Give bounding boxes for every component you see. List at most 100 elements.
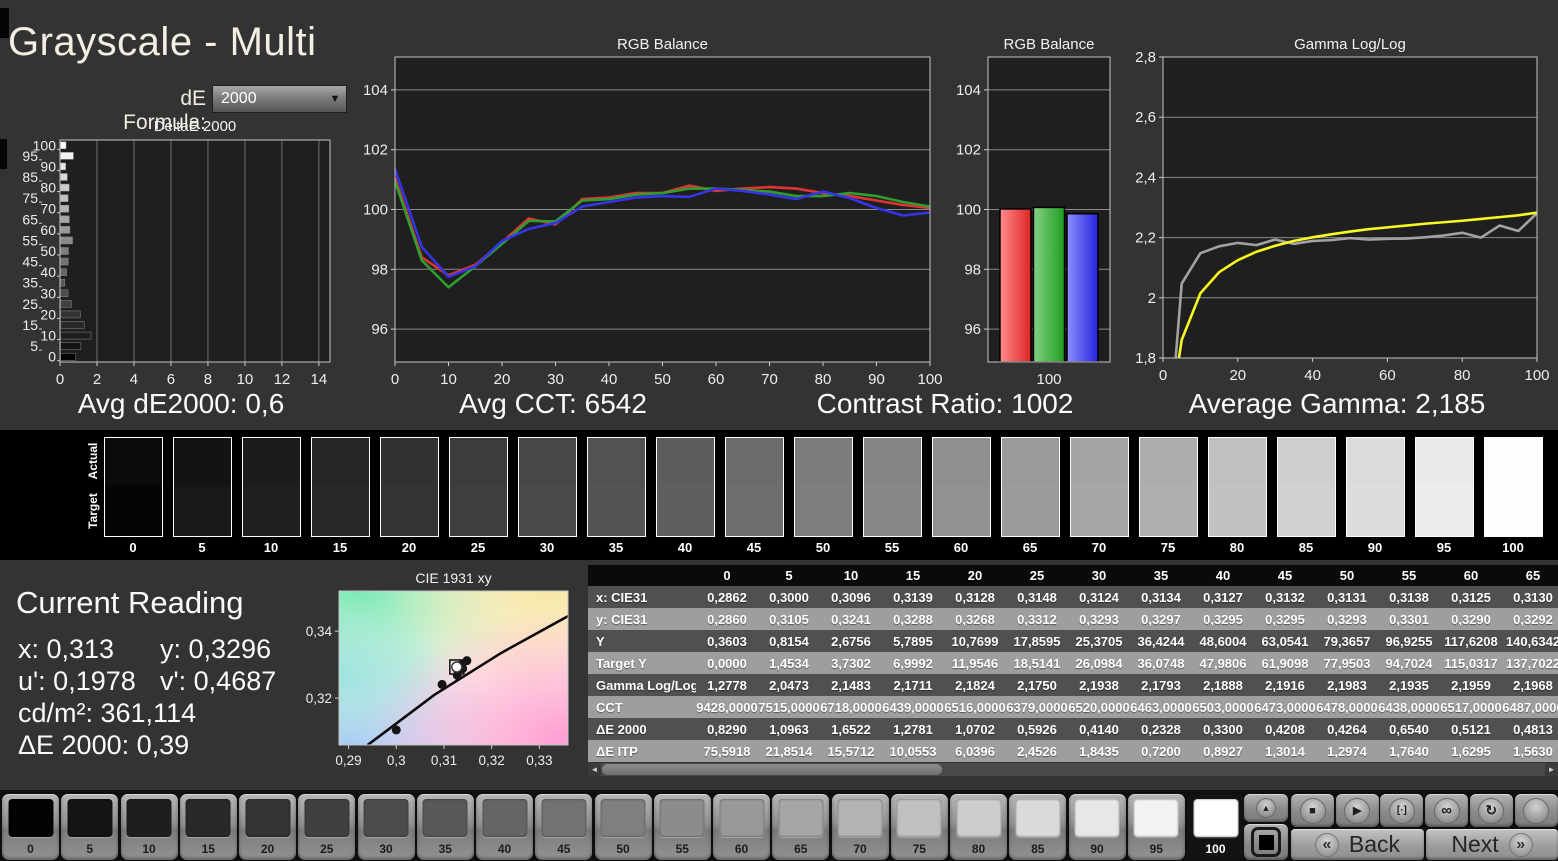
table-cell: 0,6540: [1389, 721, 1429, 737]
pattern-button-20[interactable]: 20: [239, 794, 296, 860]
pattern-chip: [67, 799, 113, 837]
pattern-button-15[interactable]: 15: [179, 794, 237, 860]
table-cell: 0,3295: [1265, 611, 1305, 627]
pattern-button-100[interactable]: 100: [1187, 794, 1244, 860]
pattern-button-70[interactable]: 70: [831, 794, 889, 860]
pattern-button-label: 90: [1090, 842, 1104, 856]
pattern-button-60[interactable]: 60: [713, 794, 770, 860]
pattern-button-75[interactable]: 75: [890, 794, 948, 860]
pattern-button-85[interactable]: 85: [1009, 794, 1067, 860]
table-cell: 21,8514: [765, 743, 813, 759]
svg-text:10: 10: [440, 371, 457, 386]
table-cell: 0,3288: [893, 611, 933, 627]
svg-text:100: 100: [1524, 367, 1549, 384]
pattern-button-35[interactable]: 35: [416, 794, 474, 860]
pattern-button-55[interactable]: 55: [653, 794, 711, 860]
pattern-window-button[interactable]: [1244, 824, 1288, 860]
table-row-label: y: CIE31: [596, 611, 648, 627]
pattern-button-label: 10: [142, 842, 156, 856]
pattern-button-label: 5: [86, 842, 94, 856]
table-cell: 6,9992: [893, 655, 933, 671]
reading-luminance: cd/m²: 361,114: [18, 698, 197, 728]
svg-text:14: 14: [311, 371, 328, 386]
chevron-left-icon: «: [1314, 832, 1339, 857]
pattern-button-10[interactable]: 10: [120, 794, 178, 860]
stop-button[interactable]: ■: [1291, 794, 1334, 827]
pattern-button-0[interactable]: 0: [2, 794, 59, 860]
table-cell: 0,3000: [769, 589, 809, 605]
pattern-chip: [245, 799, 290, 837]
swatch-actual-half: [242, 438, 300, 486]
table-cell: 6,0396: [955, 743, 995, 759]
table-cell: 0,3139: [893, 589, 933, 605]
grayscale-swatch: [103, 437, 163, 537]
table-header-cell: 45: [1277, 568, 1293, 583]
pattern-button-5[interactable]: 5: [61, 794, 119, 860]
next-button[interactable]: Next »: [1426, 829, 1558, 860]
svg-text:100: 100: [956, 202, 981, 219]
grayscale-swatch: [1276, 437, 1336, 537]
pattern-button-label: 65: [794, 842, 808, 856]
swatch-level-label: 60: [953, 540, 969, 555]
table-cell: 26,0984: [1075, 655, 1123, 671]
table-cell: 0,3293: [1079, 611, 1119, 627]
grayscale-swatch: [1207, 437, 1267, 537]
svg-text:2,8: 2,8: [1136, 49, 1156, 66]
table-cell: 2,1938: [1079, 677, 1119, 693]
swatch-actual-half: [1001, 438, 1059, 486]
table-row-label: ΔE ITP: [596, 743, 638, 759]
pattern-chip: [600, 799, 646, 837]
back-button[interactable]: « Back: [1291, 829, 1424, 860]
table-cell: 6516,0000: [944, 699, 1006, 715]
swatch-actual-half: [725, 438, 783, 486]
grayscale-swatch: [862, 437, 922, 537]
scroll-up-button[interactable]: ▲: [1244, 794, 1288, 822]
pattern-button-45[interactable]: 45: [535, 794, 593, 860]
svg-text:RGB Balance: RGB Balance: [1004, 36, 1095, 53]
pattern-chip: [896, 799, 942, 837]
pattern-button-50[interactable]: 50: [594, 794, 652, 860]
table-cell: 0,3301: [1389, 611, 1429, 627]
svg-text:85: 85: [22, 169, 38, 185]
grayscale-swatch: [655, 437, 715, 537]
pattern-button-label: 25: [320, 842, 334, 856]
swatch-target-half: [656, 485, 714, 536]
pattern-button-label: 15: [201, 842, 215, 856]
pattern-button-95[interactable]: 95: [1127, 794, 1185, 860]
table-cell: 7515,0000: [758, 699, 820, 715]
pattern-button-90[interactable]: 90: [1068, 794, 1126, 860]
play-button[interactable]: ▶: [1335, 794, 1379, 827]
pattern-button-65[interactable]: 65: [772, 794, 830, 860]
table-cell: 2,1824: [955, 677, 995, 693]
swatch-level-label: 5: [198, 540, 206, 555]
table-cell: 2,1793: [1141, 677, 1181, 693]
step-button[interactable]: [·]: [1380, 794, 1424, 827]
pattern-button-40[interactable]: 40: [476, 794, 533, 860]
table-header-cell: 0: [723, 568, 731, 583]
svg-text:90: 90: [868, 371, 885, 386]
refresh-button[interactable]: ↻: [1469, 794, 1513, 827]
scrollbar-left-arrow[interactable]: ◄: [588, 763, 601, 776]
pattern-button-25[interactable]: 25: [298, 794, 356, 860]
table-cell: 0,3603: [707, 633, 747, 649]
stat-contrast-ratio: Contrast Ratio: 1002: [816, 388, 1074, 419]
table-cell: 0,3132: [1265, 589, 1305, 605]
swatch-actual-half: [1484, 438, 1542, 486]
swatch-level-label: 45: [746, 540, 762, 555]
pattern-button-30[interactable]: 30: [357, 794, 415, 860]
table-cell: 15,5712: [827, 743, 875, 759]
scrollbar-thumb[interactable]: [602, 764, 942, 775]
grayscale-swatch: [172, 437, 232, 537]
scrollbar-right-arrow[interactable]: ►: [1545, 763, 1558, 776]
loop-infinite-button[interactable]: ∞: [1425, 794, 1469, 827]
swatch-actual-half: [173, 438, 231, 486]
swatch-level-label: 70: [1091, 540, 1107, 555]
table-scrollbar[interactable]: ◄ ►: [588, 763, 1558, 776]
pattern-button-80[interactable]: 80: [950, 794, 1007, 860]
table-cell: 0,3241: [831, 611, 871, 627]
blank-button[interactable]: [1514, 794, 1558, 827]
de-formula-dropdown[interactable]: 2000 ▼: [212, 85, 347, 113]
svg-text:35: 35: [22, 275, 38, 291]
app-window: Grayscale - Multi dE Formula: 2000 ▼ Del…: [0, 0, 1558, 861]
table-cell: 1,0963: [769, 721, 809, 737]
